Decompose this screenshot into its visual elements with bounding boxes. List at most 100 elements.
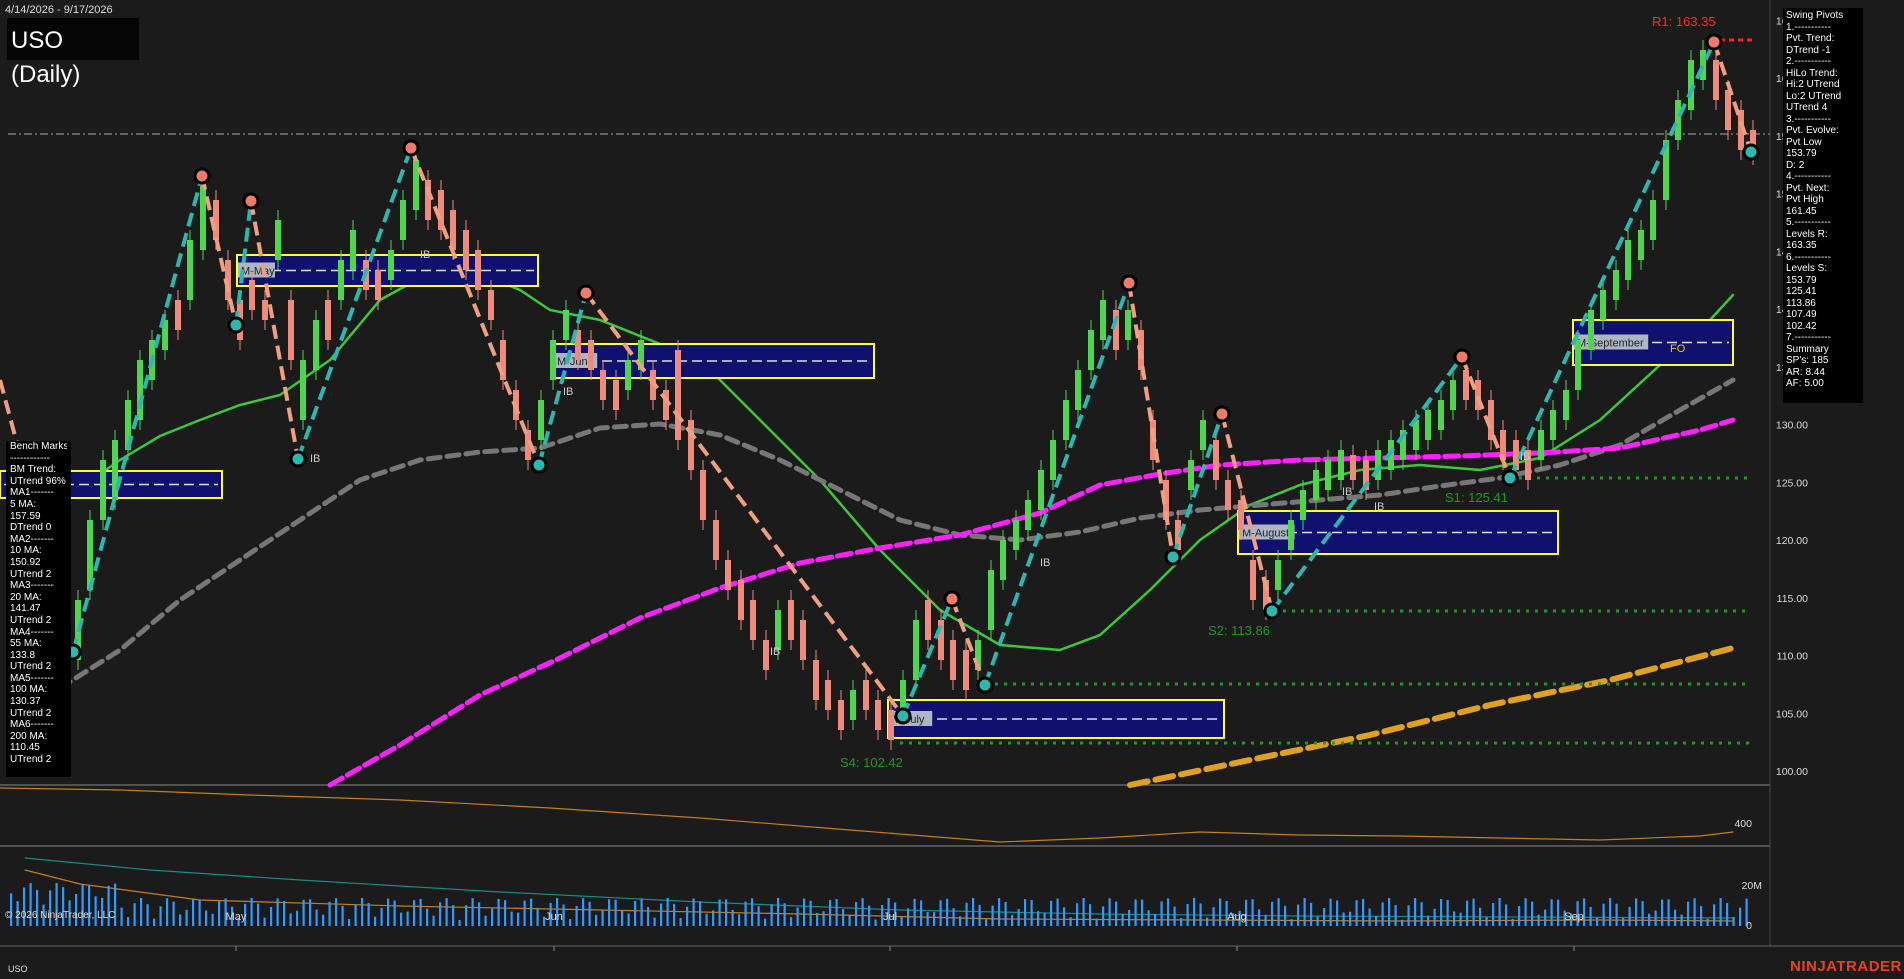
candle-body: [1063, 400, 1069, 440]
panel-line: 153.79: [1786, 274, 1817, 286]
panel-line: AR: 8.44: [1786, 366, 1825, 378]
volume-bar: [536, 907, 539, 926]
candle-body: [1675, 100, 1681, 140]
candle-body: [1713, 60, 1719, 100]
swing-pivot-marker[interactable]: [242, 192, 260, 210]
candle-body: [1550, 410, 1556, 440]
volume-bar: [666, 898, 669, 926]
panel-line: 3.-----------: [1786, 113, 1831, 125]
swing-pivot-marker[interactable]: [1705, 33, 1723, 51]
candle-body: [725, 560, 731, 590]
volume-bar: [1407, 905, 1410, 926]
volume-bar: [783, 903, 786, 926]
volume-bar: [263, 917, 266, 926]
volume-bar: [289, 913, 292, 926]
monthly-range-box[interactable]: [236, 254, 539, 287]
volume-bar: [179, 914, 182, 926]
candle-body: [288, 300, 294, 360]
volume-bar: [1011, 915, 1014, 926]
swing-pivot-marker[interactable]: [1120, 274, 1138, 292]
panel-line: HiLo Trend:: [1786, 67, 1838, 79]
panel-line: 20 MA:: [10, 591, 42, 603]
swing-pivot-marker[interactable]: [1213, 405, 1231, 423]
volume-bar: [530, 898, 533, 926]
volume-bar: [471, 898, 474, 926]
panel-line: 200 MA:: [10, 730, 48, 742]
volume-bar: [198, 899, 201, 926]
candle-body: [1638, 230, 1644, 260]
swing-pivot-marker[interactable]: [943, 590, 961, 608]
panel-line: 1.-----------: [1786, 21, 1831, 33]
volume-bar: [764, 918, 767, 926]
volume-bar: [1362, 898, 1365, 926]
candle-body: [1588, 310, 1594, 350]
panel-line: UTrend 2: [10, 661, 52, 673]
panel-line: 157.59: [10, 510, 41, 522]
swing-pivot-marker[interactable]: [894, 707, 912, 725]
candle-body: [187, 240, 193, 300]
volume-bar: [744, 901, 747, 926]
swing-pivot-marker[interactable]: [530, 456, 548, 474]
swing-pivot-segment: [1508, 41, 1716, 479]
volume-bar: [1310, 902, 1313, 926]
volume-bar: [1739, 907, 1742, 926]
panel-line: 10 MA:: [10, 545, 42, 557]
volume-bar: [920, 900, 923, 926]
panel-line: UTrend 2: [10, 707, 52, 719]
volume-bar: [712, 910, 715, 926]
swing-pivot-marker[interactable]: [1164, 548, 1182, 566]
panel-line: 100 MA:: [10, 684, 48, 696]
swing-pivot-marker[interactable]: [402, 139, 420, 157]
volume-bar: [432, 915, 435, 926]
candle-body: [275, 220, 281, 260]
volume-bar: [1394, 905, 1397, 926]
volume-bar: [250, 898, 253, 926]
swing-pivot-marker[interactable]: [976, 676, 994, 694]
volume-bar: [504, 900, 507, 926]
ninjatrader-logo: NINJATRADER: [1790, 958, 1902, 975]
swing-pivot-marker[interactable]: [1453, 348, 1471, 366]
swing-pivot-marker[interactable]: [1501, 469, 1519, 487]
candle-body: [463, 230, 469, 270]
volume-bar: [816, 912, 819, 926]
swing-pivot-marker[interactable]: [577, 284, 595, 302]
candle-body: [100, 460, 106, 520]
volume-bar: [328, 901, 331, 926]
price-tick-label: 110.00: [1777, 651, 1808, 663]
volume-bar: [868, 905, 871, 926]
volume-bar: [367, 902, 370, 926]
candle-body: [763, 640, 769, 670]
candle-body: [1125, 310, 1131, 340]
volume-bar: [1030, 899, 1033, 926]
swing-pivot-marker[interactable]: [1263, 602, 1281, 620]
candle-body: [300, 360, 306, 420]
symbol-label: USO: [8, 964, 28, 974]
volume-bar: [1115, 901, 1118, 926]
volume-bar: [478, 902, 481, 926]
candle-body: [963, 650, 969, 690]
candle-body: [438, 190, 444, 230]
volume-bar: [939, 900, 942, 926]
volume-bar: [1622, 917, 1625, 926]
panel-line: ------------: [10, 452, 50, 464]
swing-pivot-marker[interactable]: [193, 167, 211, 185]
panel-line: UTrend 96%: [10, 475, 66, 487]
panel-line: 102.42: [1786, 320, 1817, 332]
volume-bar: [621, 910, 624, 926]
volume-bar: [569, 919, 572, 926]
volume-bar: [1700, 906, 1703, 926]
swing-pivot-marker[interactable]: [289, 450, 307, 468]
volume-bar: [140, 898, 143, 926]
volume-bar: [1284, 905, 1287, 926]
swing-pivot-marker[interactable]: [1742, 143, 1760, 161]
volume-bar: [1043, 913, 1046, 926]
volume-bar: [1440, 898, 1443, 926]
price-chart[interactable]: R1: 163.35S1: 125.41S2: 113.86S3: 107.49…: [0, 0, 1904, 979]
swing-pivot-marker[interactable]: [227, 316, 245, 334]
ib-marker: IB: [770, 646, 780, 658]
panel-line: 133.8: [10, 649, 36, 661]
volume-bar: [1297, 904, 1300, 926]
candle-body: [850, 690, 856, 720]
volume-bar: [1212, 907, 1215, 926]
panel-line: Pvt High: [1786, 194, 1824, 205]
